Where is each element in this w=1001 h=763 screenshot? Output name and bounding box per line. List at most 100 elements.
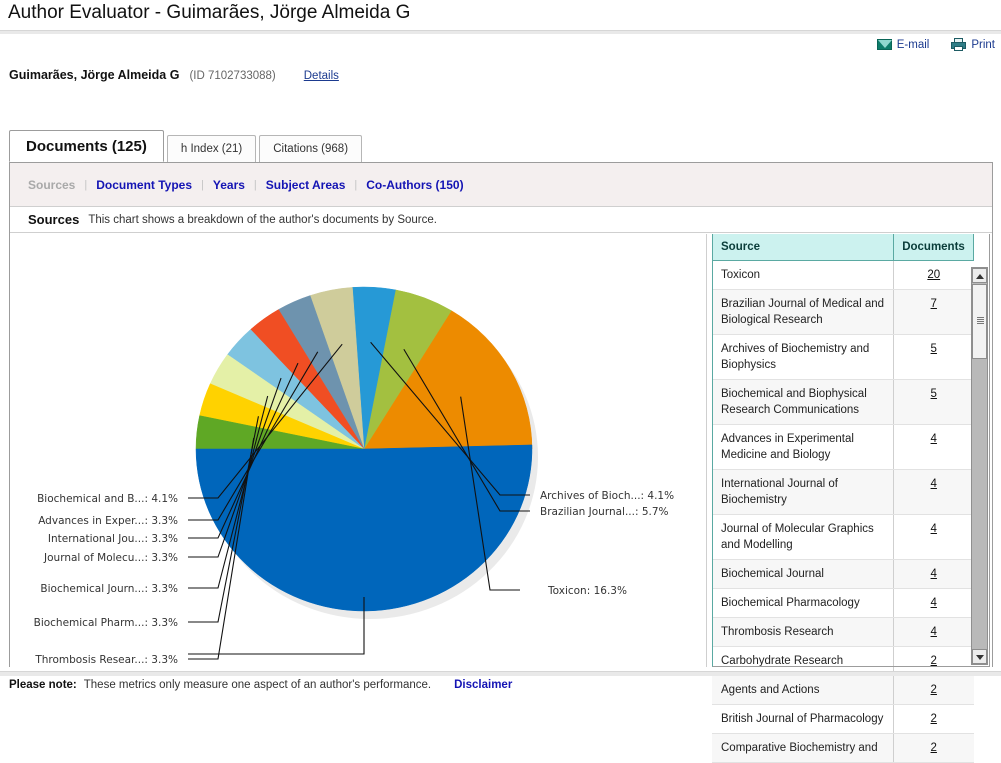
subnav-separator: | (84, 178, 88, 191)
cell-documents: 2 (893, 733, 974, 763)
column-header-source[interactable]: Source (712, 234, 894, 261)
subnav-separator: | (354, 178, 358, 191)
subnav-separator: | (201, 178, 204, 191)
subnav-item-co-authors[interactable]: Co-Authors (150) (366, 178, 463, 192)
cell-documents: 4 (893, 617, 974, 647)
document-count-link[interactable]: 5 (931, 343, 937, 355)
document-count-link[interactable]: 4 (931, 568, 937, 580)
table-row: Agents and Actions 2 (712, 675, 974, 705)
pie-slice-label: Toxicon: 16.3% (547, 585, 627, 597)
cell-documents: 5 (893, 334, 974, 380)
table-row: International Journal of Biochemistry 4 (712, 469, 974, 515)
scrollbar-thumb[interactable] (972, 284, 987, 359)
cell-documents: 4 (893, 469, 974, 515)
pie-slice-label: Brazilian Journal...: 5.7% (540, 506, 669, 518)
document-count-link[interactable]: 4 (931, 626, 937, 638)
scroll-up-button[interactable] (972, 268, 987, 283)
column-header-documents[interactable]: Documents (893, 234, 974, 261)
disclaimer-link[interactable]: Disclaimer (454, 679, 512, 691)
footer-divider (0, 671, 1001, 676)
table-row: Journal of Molecular Graphics and Modell… (712, 514, 974, 560)
cell-source: Agents and Actions (712, 675, 894, 705)
envelope-icon (876, 39, 892, 50)
pie-slice-label: Biochemical Pharm...: 3.3% (34, 617, 178, 629)
pie-slice-label: Journal of Molecu...: 3.3% (43, 552, 178, 564)
author-name: Guimarães, Jörge Almeida G (9, 68, 180, 82)
author-summary: Guimarães, Jörge Almeida G (ID 710273308… (9, 68, 339, 82)
chart-header: Sources This chart shows a breakdown of … (10, 207, 992, 233)
cell-documents: 5 (893, 379, 974, 425)
table-scrollbar[interactable] (971, 267, 988, 665)
document-count-link[interactable]: 20 (927, 269, 940, 281)
content-panel: Sources | Document Types | Years | Subje… (9, 162, 993, 763)
pie-chart: Toxicon: 16.3% Brazilian Journal...: 5.7%… (34, 286, 674, 666)
table-row: Comparative Biochemistry and 2 (712, 733, 974, 763)
cell-source: Brazilian Journal of Medical and Biologi… (712, 289, 894, 335)
table-row: Archives of Biochemistry and Biophysics 5 (712, 334, 974, 380)
source-table-body: Toxicon 20 Brazilian Journal of Medical an… (712, 260, 974, 763)
cell-source: Journal of Molecular Graphics and Modell… (712, 514, 894, 560)
footer-label: Please note: (9, 679, 77, 691)
table-row: Brazilian Journal of Medical and Biologi… (712, 289, 974, 335)
pie-slice-label: Thrombosis Resear...: 3.3% (34, 654, 178, 666)
page-title: Author Evaluator - Guimarães, Jörge Alme… (8, 2, 411, 23)
cell-documents: 2 (893, 675, 974, 705)
table-row: Toxicon 20 (712, 260, 974, 290)
document-count-link[interactable]: 2 (931, 684, 937, 696)
table-row: British Journal of Pharmacology 2 (712, 704, 974, 734)
print-label: Print (971, 38, 995, 51)
cell-source: Toxicon (712, 260, 894, 290)
cell-source: Advances in Experimental Medicine and Bi… (712, 424, 894, 470)
cell-documents: 7 (893, 289, 974, 335)
cell-source: Thrombosis Research (712, 617, 894, 647)
cell-source: Archives of Biochemistry and Biophysics (712, 334, 894, 380)
footer-text: These metrics only measure one aspect of… (83, 679, 432, 691)
sub-navigation: Sources | Document Types | Years | Subje… (10, 163, 992, 207)
subnav-item-document-types[interactable]: Document Types (96, 178, 192, 192)
tab-documents[interactable]: Documents (125) (9, 130, 164, 162)
pie-slice-label: Biochemical and B...: 4.1% (37, 493, 178, 505)
source-table-region: Source Documents Toxicon 20 Brazilian Jour… (707, 234, 992, 763)
document-count-link[interactable]: 2 (931, 655, 937, 667)
document-count-link[interactable]: 4 (931, 433, 937, 445)
table-row: Biochemical Journal 4 (712, 559, 974, 589)
email-label: E-mail (896, 38, 930, 51)
pie-slice-label: Biochemical Journ...: 3.3% (40, 583, 178, 595)
cell-source: British Journal of Pharmacology (712, 704, 894, 734)
email-button[interactable]: E-mail (876, 38, 930, 51)
subnav-item-years[interactable]: Years (213, 178, 245, 192)
details-link[interactable]: Details (304, 70, 339, 82)
document-count-link[interactable]: 2 (931, 742, 937, 754)
table-row: Biochemical Pharmacology 4 (712, 588, 974, 618)
document-count-link[interactable]: 4 (931, 597, 937, 609)
cell-source: Biochemical Pharmacology (712, 588, 894, 618)
scroll-down-button[interactable] (972, 649, 987, 664)
tab-bar: Documents (125) h Index (21) Citations (… (9, 130, 993, 162)
table-row: Biochemical and Biophysical Research Com… (712, 379, 974, 425)
tab-h-index[interactable]: h Index (21) (166, 135, 257, 162)
document-count-link[interactable]: 4 (931, 478, 937, 490)
document-count-link[interactable]: 7 (931, 298, 937, 310)
title-divider (0, 30, 1001, 34)
cell-documents: 2 (893, 704, 974, 734)
cell-source: International Journal of Biochemistry (712, 469, 894, 515)
document-count-link[interactable]: 2 (931, 713, 937, 725)
cell-documents: 4 (893, 588, 974, 618)
tab-citations[interactable]: Citations (968) (259, 135, 363, 162)
pie-slices (195, 286, 533, 612)
source-table: Source Documents Toxicon 20 Brazilian Jour… (712, 234, 974, 763)
print-button[interactable]: Print (951, 38, 995, 51)
document-count-link[interactable]: 4 (931, 523, 937, 535)
cell-source: Biochemical and Biophysical Research Com… (712, 379, 894, 425)
cell-documents: 4 (893, 514, 974, 560)
cell-documents: 20 (893, 260, 974, 290)
subnav-item-sources: Sources (28, 177, 76, 192)
source-table-wrapper: Source Documents Toxicon 20 Brazilian Jour… (712, 234, 990, 763)
pie-slice[interactable] (195, 444, 533, 612)
document-count-link[interactable]: 5 (931, 388, 937, 400)
pie-slice-label: Advances in Exper...: 3.3% (38, 515, 178, 527)
subnav-item-subject-areas[interactable]: Subject Areas (266, 178, 346, 192)
cell-source: Comparative Biochemistry and (712, 733, 894, 763)
author-id: (ID 7102733088) (189, 70, 276, 82)
table-row: Advances in Experimental Medicine and Bi… (712, 424, 974, 470)
